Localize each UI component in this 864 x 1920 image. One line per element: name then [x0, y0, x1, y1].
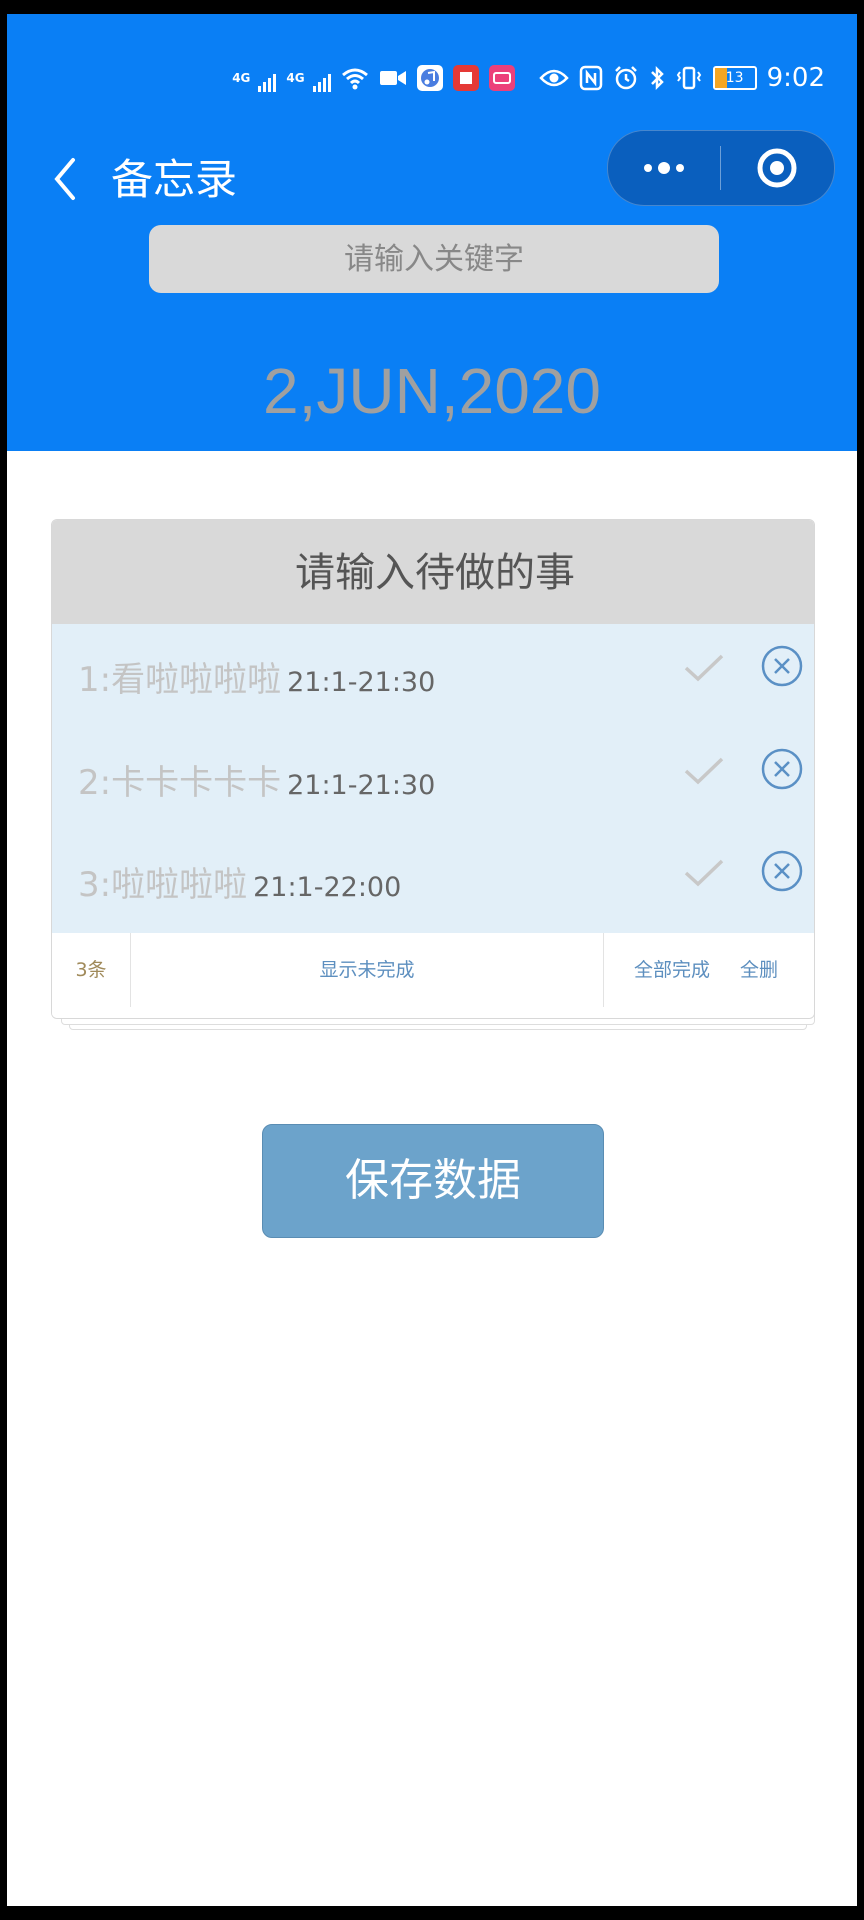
todo-list: 1:看啦啦啦啦 21:1-21:30 2:卡卡卡卡卡 21:1-21:30 3:啦啦… [52, 624, 814, 933]
item-text: 2:卡卡卡卡卡 [78, 763, 282, 803]
delete-icon[interactable] [760, 747, 804, 791]
alarm-icon [613, 64, 639, 92]
book-app-icon [452, 65, 479, 91]
save-data-button[interactable]: 保存数据 [262, 1124, 604, 1238]
signal-icon: 4G [286, 64, 331, 92]
footer-actions: 全部完成 全删 [603, 933, 814, 1007]
page-title: 备忘录 [111, 155, 238, 204]
wifi-icon [341, 64, 369, 92]
check-icon[interactable] [682, 650, 726, 686]
nfc-icon [579, 64, 603, 92]
complete-all-button[interactable]: 全部完成 [634, 933, 710, 1007]
item-time: 21:1-21:30 [287, 770, 436, 801]
date-display: 2,JUN,2020 [263, 355, 601, 427]
music-app-icon [416, 65, 443, 91]
app-screen: 4G 4G 13 9:02 备忘录 请输入关键字 2,JUN,2020 请输入待… [7, 14, 857, 1906]
close-mini-program-button[interactable] [721, 131, 833, 205]
header: 4G 4G 13 9:02 备忘录 请输入关键字 2,JUN,2020 [7, 14, 857, 451]
delete-icon[interactable] [760, 849, 804, 893]
item-count: 3条 [52, 933, 131, 1007]
video-call-icon [379, 64, 407, 92]
item-time: 21:1-21:30 [287, 667, 436, 698]
item-text: 3:啦啦啦啦 [78, 865, 248, 905]
check-icon[interactable] [682, 855, 726, 891]
signal-icon: 4G [232, 64, 277, 92]
eye-icon [538, 64, 569, 92]
more-dots-icon [644, 164, 652, 172]
back-button[interactable] [47, 154, 87, 204]
card-app-icon [488, 65, 515, 91]
vibrate-icon [675, 64, 703, 92]
battery-icon: 13 [712, 64, 757, 92]
todo-input[interactable] [52, 520, 814, 626]
status-time: 9:02 [766, 63, 825, 93]
item-text: 1:看啦啦啦啦 [78, 660, 282, 700]
item-time: 21:1-22:00 [253, 872, 402, 903]
more-button[interactable] [608, 131, 720, 205]
status-bar: 4G 4G 13 9:02 [232, 60, 825, 96]
target-circle-icon [757, 148, 797, 188]
search-input[interactable] [149, 225, 719, 293]
bluetooth-icon [649, 64, 665, 92]
todo-card: 1:看啦啦啦啦21:1-21:30 2:卡卡卡卡卡21:1-21:30 3:啦啦… [51, 519, 815, 1019]
check-icon[interactable] [682, 753, 726, 789]
mini-program-capsule [607, 130, 835, 206]
chevron-left-icon [54, 158, 75, 200]
todo-footer: 3条 显示未完成 全部完成 全删 [52, 933, 814, 1018]
delete-all-button[interactable]: 全删 [740, 933, 778, 1007]
list-item[interactable]: 2:卡卡卡卡卡 21:1-21:30 [52, 727, 814, 829]
show-incomplete-button[interactable]: 显示未完成 [131, 933, 603, 1007]
list-item[interactable]: 3:啦啦啦啦 21:1-22:00 [52, 829, 814, 931]
delete-icon[interactable] [760, 644, 804, 688]
list-item[interactable]: 1:看啦啦啦啦 21:1-21:30 [52, 624, 814, 726]
